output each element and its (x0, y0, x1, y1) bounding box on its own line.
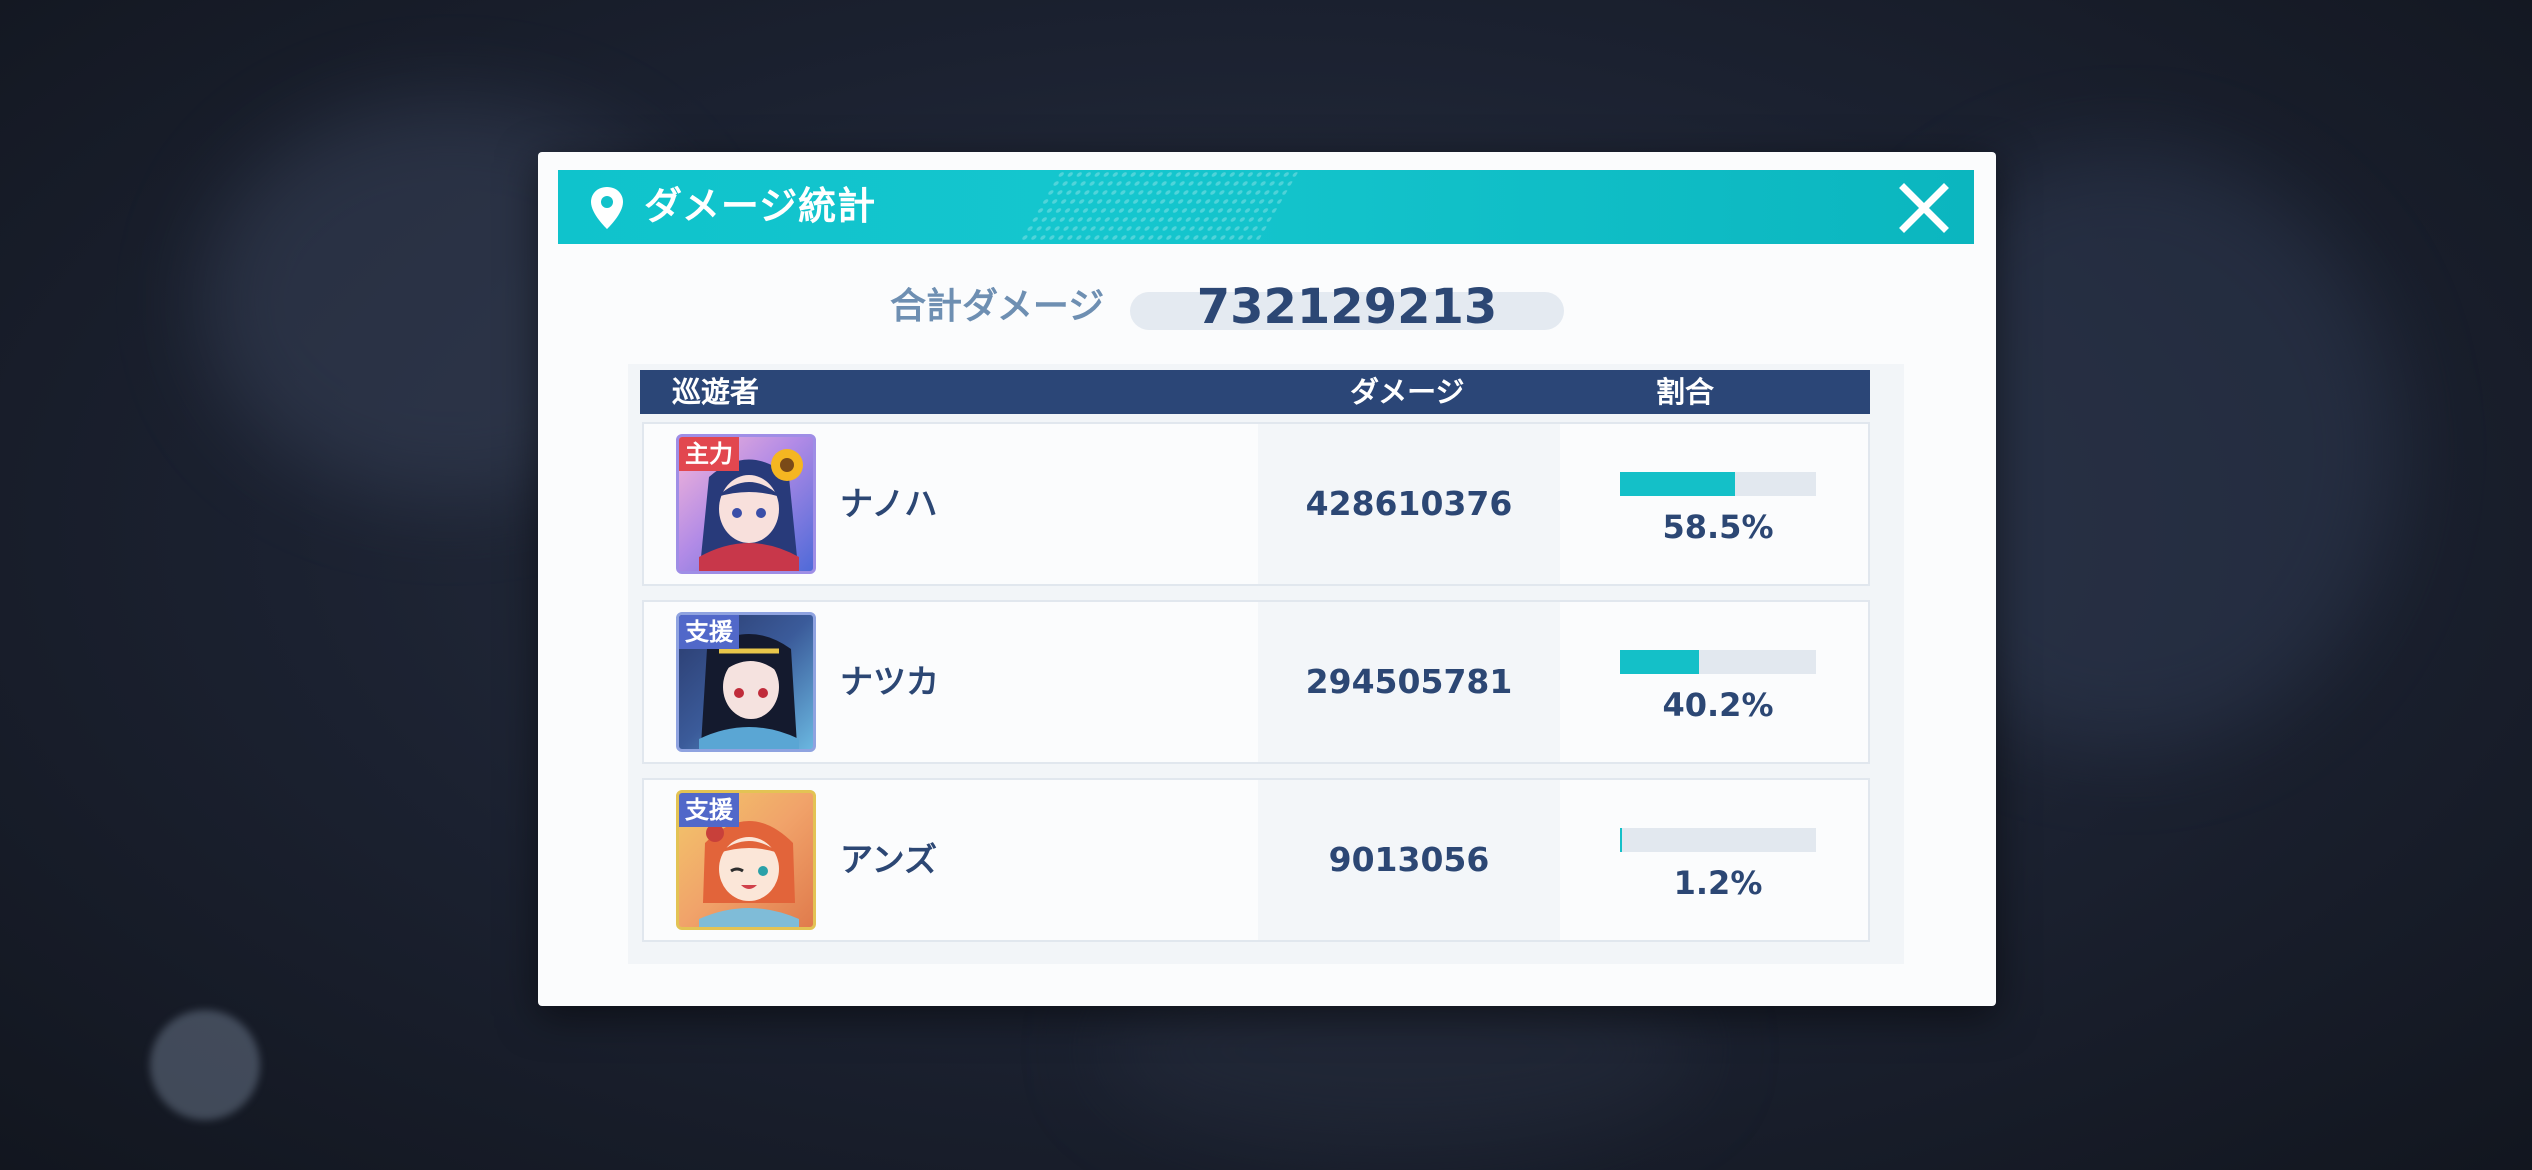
role-badge: 主力 (679, 437, 739, 471)
close-icon[interactable] (1896, 180, 1952, 236)
map-pin-icon (591, 187, 623, 229)
table-row: 主力 ナノハ 428610376 58.5% (642, 422, 1870, 586)
table-row: 支援 アンズ 9013056 1.2% (642, 778, 1870, 942)
character-portrait[interactable]: 主力 (676, 434, 816, 574)
role-badge: 支援 (679, 615, 739, 649)
game-screen: ダメージ統計 合計ダメージ 732129213 巡遊者 ダメージ 割合 主力 ナ… (0, 0, 2532, 1170)
dialog-title: ダメージ統計 (644, 184, 877, 228)
character-portrait[interactable]: 支援 (676, 612, 816, 752)
ratio-text: 58.5% (1662, 508, 1774, 546)
damage-stats-dialog: ダメージ統計 合計ダメージ 732129213 巡遊者 ダメージ 割合 主力 ナ… (538, 152, 1996, 1006)
ratio-bar-fill (1620, 828, 1623, 852)
column-header-player: 巡遊者 (672, 375, 760, 409)
damage-value: 294505781 (1305, 662, 1513, 701)
character-name: ナノハ (840, 484, 938, 523)
character-name: アンズ (840, 840, 938, 879)
column-header-ratio: 割合 (1656, 375, 1715, 409)
table-header: 巡遊者 ダメージ 割合 (640, 370, 1870, 414)
total-damage-value: 732129213 (1196, 279, 1498, 335)
role-badge: 支援 (679, 793, 739, 827)
dialog-header: ダメージ統計 (558, 170, 1974, 244)
ratio-bar (1620, 828, 1816, 852)
damage-value: 428610376 (1305, 484, 1513, 523)
ratio-bar-fill (1620, 472, 1735, 496)
background-button-icon (150, 1010, 260, 1120)
damage-table: 巡遊者 ダメージ 割合 主力 ナノハ 428610376 58.5% 支援 ナツ… (628, 364, 1904, 964)
table-row: 支援 ナツカ 294505781 40.2% (642, 600, 1870, 764)
character-name: ナツカ (840, 662, 939, 701)
ratio-text: 1.2% (1673, 864, 1763, 902)
damage-value: 9013056 (1328, 840, 1490, 879)
ratio-bar (1620, 650, 1816, 674)
ratio-bar (1620, 472, 1816, 496)
total-damage-label: 合計ダメージ (890, 286, 1105, 327)
ratio-bar-fill (1620, 650, 1699, 674)
character-portrait[interactable]: 支援 (676, 790, 816, 930)
header-pattern (1016, 170, 1300, 244)
ratio-text: 40.2% (1662, 686, 1774, 724)
column-header-damage: ダメージ (1350, 375, 1465, 409)
